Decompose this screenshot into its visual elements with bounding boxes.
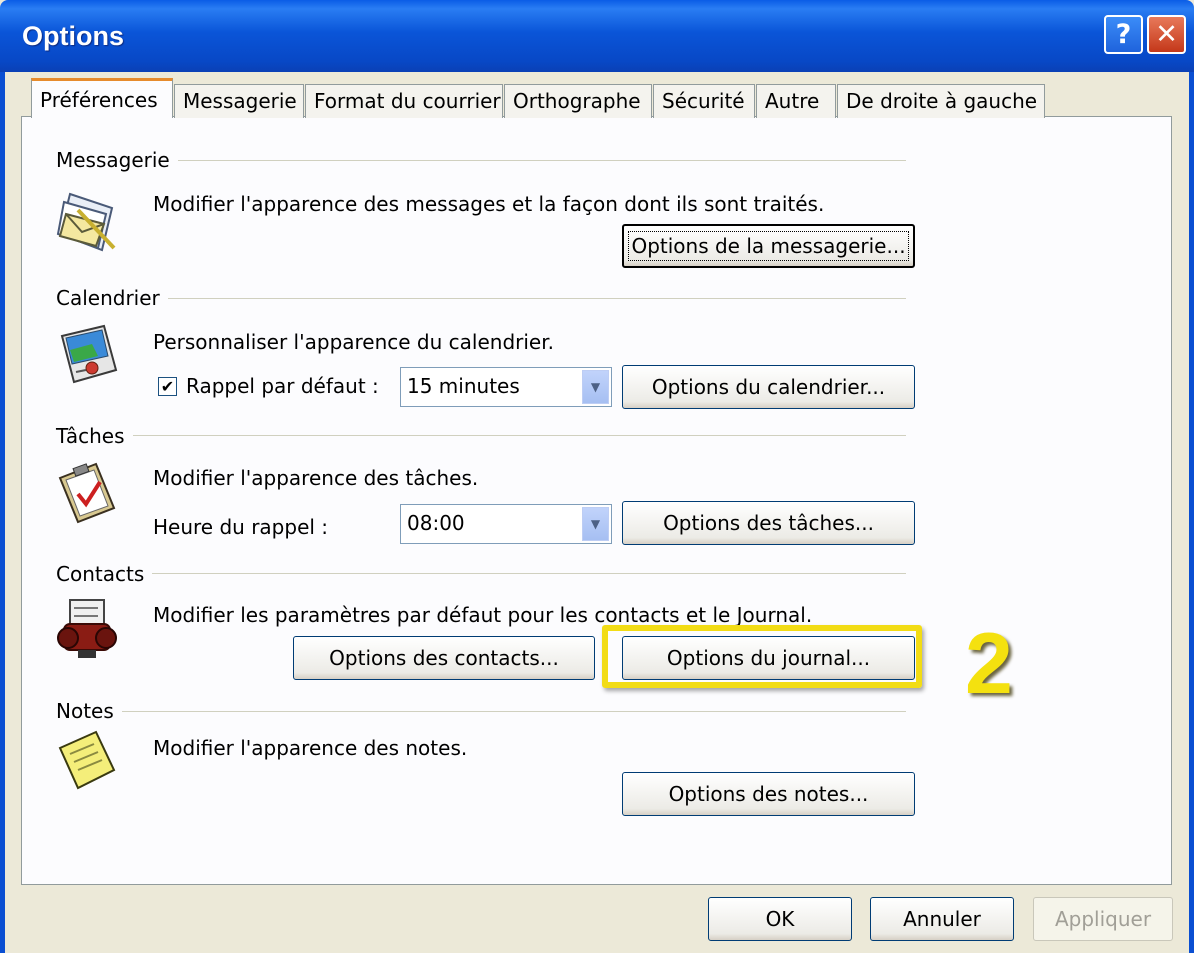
contacts-description: Modifier les paramètres par défaut pour …: [153, 603, 813, 627]
select-value: 08:00: [407, 511, 465, 535]
help-icon: ?: [1115, 19, 1132, 50]
separator: [56, 573, 906, 574]
tab-orthographe[interactable]: Orthographe: [504, 84, 652, 118]
reminder-checkbox[interactable]: ✔: [158, 377, 177, 396]
time-dropdown-button[interactable]: ▼: [582, 507, 609, 541]
annotation-number: 2: [965, 616, 1013, 712]
tab-panel: [21, 116, 1172, 885]
button-label: Appliquer: [1054, 907, 1152, 931]
messagerie-description: Modifier l'apparence des messages et la …: [153, 192, 825, 216]
tab-securite[interactable]: Sécurité: [653, 84, 755, 118]
chevron-down-icon: ▼: [590, 380, 601, 394]
window-frame-left: [0, 72, 5, 953]
envelope-icon: [52, 188, 124, 260]
window-frame-right: [1189, 72, 1194, 953]
tab-preferences[interactable]: Préférences: [31, 78, 173, 118]
options-taches-button[interactable]: Options des tâches...: [622, 501, 915, 545]
reminder-dropdown-button[interactable]: ▼: [582, 370, 609, 404]
separator: [56, 435, 906, 436]
clipboard-icon: [52, 458, 122, 528]
button-label: OK: [765, 907, 795, 931]
window-title: Options: [22, 21, 124, 51]
group-header-contacts: Contacts: [56, 562, 153, 586]
reminder-select[interactable]: 15 minutes: [400, 367, 612, 407]
rolodex-icon: [52, 594, 122, 664]
group-header-taches: Tâches: [56, 424, 133, 448]
help-button[interactable]: ?: [1104, 15, 1143, 54]
tab-label: Préférences: [40, 88, 158, 112]
options-notes-button[interactable]: Options des notes...: [622, 772, 915, 816]
tab-label: De droite à gauche: [846, 89, 1038, 113]
group-header-calendrier: Calendrier: [56, 286, 168, 310]
tab-de-droite-a-gauche[interactable]: De droite à gauche: [837, 84, 1045, 118]
calendrier-description: Personnaliser l'apparence du calendrier.: [153, 330, 554, 354]
button-label: Options du calendrier...: [651, 375, 886, 399]
note-icon: [52, 726, 122, 796]
tab-label: Autre: [765, 89, 820, 113]
close-icon: ✕: [1155, 19, 1178, 50]
apply-button[interactable]: Appliquer: [1033, 897, 1173, 941]
separator: [56, 711, 906, 712]
cancel-button[interactable]: Annuler: [870, 897, 1014, 941]
options-messagerie-button[interactable]: Options de la messagerie...: [622, 224, 915, 268]
calendar-icon: [52, 322, 122, 392]
close-button[interactable]: ✕: [1147, 15, 1186, 54]
tab-label: Orthographe: [513, 89, 641, 113]
options-calendrier-button[interactable]: Options du calendrier...: [622, 365, 915, 409]
check-icon: ✔: [160, 376, 175, 396]
separator: [56, 160, 906, 161]
reminder-label: Rappel par défaut :: [186, 374, 379, 398]
options-contacts-button[interactable]: Options des contacts...: [293, 636, 595, 680]
separator: [56, 298, 906, 299]
group-header-messagerie: Messagerie: [56, 148, 178, 172]
button-label: Options des contacts...: [329, 646, 559, 670]
tab-messagerie[interactable]: Messagerie: [174, 84, 304, 118]
select-value: 15 minutes: [407, 374, 520, 398]
time-select[interactable]: 08:00: [400, 504, 612, 544]
time-label: Heure du rappel :: [153, 515, 329, 539]
button-label: Options de la messagerie...: [628, 231, 909, 261]
chevron-down-icon: ▼: [590, 517, 601, 531]
tab-label: Messagerie: [183, 89, 297, 113]
button-label: Options des notes...: [668, 782, 869, 806]
button-label: Options des tâches...: [663, 511, 874, 535]
title-bar[interactable]: [0, 0, 1194, 72]
tab-label: Format du courrier: [314, 89, 501, 113]
annotation-highlight-box: [602, 625, 922, 688]
taches-description: Modifier l'apparence des tâches.: [153, 466, 479, 490]
tab-format-du-courrier[interactable]: Format du courrier: [305, 84, 503, 118]
tab-label: Sécurité: [662, 89, 745, 113]
button-label: Annuler: [903, 907, 981, 931]
group-header-notes: Notes: [56, 699, 122, 723]
notes-description: Modifier l'apparence des notes.: [153, 736, 468, 760]
tab-autre[interactable]: Autre: [756, 84, 836, 118]
ok-button[interactable]: OK: [708, 897, 852, 941]
